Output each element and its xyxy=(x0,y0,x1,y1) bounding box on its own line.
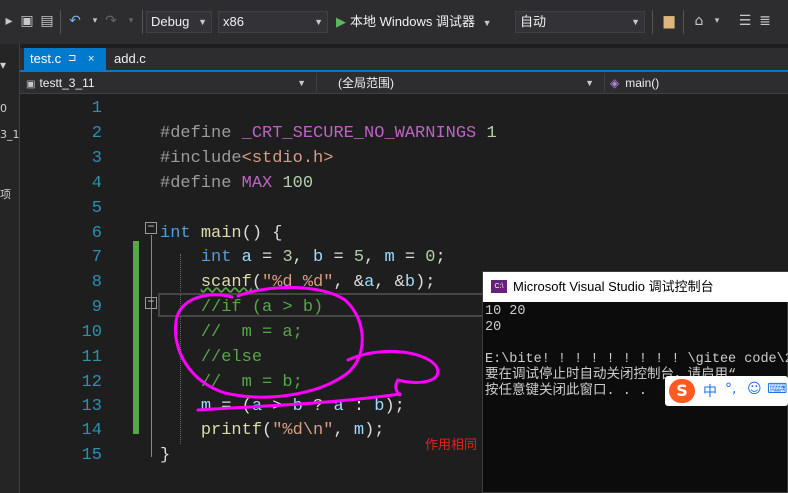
console-output-line: 按任意键关闭此窗口. . . xyxy=(485,384,648,399)
code-line: 6 int main() { xyxy=(91,224,283,243)
code-line: 1 xyxy=(91,99,102,118)
left-dock-strip: ▾ 0 3_1 项 xyxy=(0,44,20,493)
dock-pin-icon[interactable]: ▾ xyxy=(0,58,6,72)
toolbar-separator xyxy=(142,10,143,34)
main-toolbar: ▸ ▣ ▤ ↶ ▾ ↷ ▾ Debug ▼ x86 ▼ ▶ 本地 Windows … xyxy=(0,0,788,44)
ime-toolbar[interactable]: S 中 °, ☺ ⌨ xyxy=(665,376,788,406)
redo-dropdown-icon[interactable]: ▾ xyxy=(122,12,140,30)
play-icon: ▶ xyxy=(336,14,346,29)
chevron-down-icon: ▼ xyxy=(585,78,594,88)
nav-divider xyxy=(604,74,605,92)
keyboard-icon[interactable]: ⌨ xyxy=(767,381,787,397)
code-line: 2 #define _CRT_SECURE_NO_WARNINGS 1 xyxy=(91,124,497,143)
tab-test-c[interactable]: test.c ⊐ × xyxy=(24,48,106,70)
tab-add-c[interactable]: add.c xyxy=(108,48,168,70)
code-line: 7 int a = 3, b = 5, m = 0; xyxy=(91,248,446,267)
project-icon: ▣ xyxy=(26,79,36,90)
undo-icon[interactable]: ↶ xyxy=(66,12,84,30)
emoji-icon[interactable]: ☺ xyxy=(747,381,762,397)
outline-icon[interactable]: ≣ xyxy=(756,12,774,30)
chevron-down-icon[interactable]: ▾ xyxy=(708,12,726,30)
save-icon[interactable]: ▣ xyxy=(18,12,36,30)
chinese-mode-icon[interactable]: 中 xyxy=(703,381,717,401)
code-line: 4 #define MAX 100 xyxy=(91,174,314,193)
redo-icon[interactable]: ↷ xyxy=(102,12,120,30)
code-line: 3 #include<stdio.h> xyxy=(91,149,334,168)
dock-label: 项 xyxy=(0,188,11,201)
member-select[interactable]: ◈ main() xyxy=(610,73,788,93)
chevron-down-icon: ▼ xyxy=(198,17,207,27)
console-title-bar[interactable]: C:\ Microsoft Visual Studio 调试控制台 xyxy=(483,272,788,302)
pin-icon[interactable]: ⊐ xyxy=(68,48,76,70)
document-tabs: test.c ⊐ × add.c xyxy=(20,48,788,70)
start-debugging-button[interactable]: ▶ 本地 Windows 调试器 ▼ xyxy=(336,11,492,33)
format-icon[interactable]: ☰ xyxy=(736,12,754,30)
platform-select[interactable]: x86 ▼ xyxy=(218,11,328,33)
project-select[interactable]: ▣ testt_3_11 ▼ xyxy=(26,73,312,93)
chevron-down-icon: ▼ xyxy=(482,18,492,28)
browse-icon[interactable]: ⌂ xyxy=(690,12,708,30)
chevron-down-icon: ▼ xyxy=(314,17,323,27)
toolbar-separator xyxy=(652,10,653,34)
console-app-icon: C:\ xyxy=(491,280,507,293)
new-file-icon[interactable]: ▸ xyxy=(0,12,18,30)
mode-select[interactable]: 自动 ▼ xyxy=(515,11,645,33)
chevron-down-icon: ▼ xyxy=(297,78,306,88)
function-icon: ◈ xyxy=(610,76,620,90)
console-output-line: E:\bite! ! ! ! ! ! ! ! ! \gitee code\2 xyxy=(485,352,788,367)
code-line: 5 xyxy=(91,199,102,218)
toolbar-separator xyxy=(683,10,684,34)
configuration-select[interactable]: Debug ▼ xyxy=(146,11,212,33)
scope-select[interactable]: (全局范围) ▼ xyxy=(338,73,600,93)
sogou-logo-icon[interactable]: S xyxy=(669,379,695,403)
punctuation-icon[interactable]: °, xyxy=(725,381,736,397)
toolbar-separator xyxy=(60,10,61,34)
console-output-line: 20 xyxy=(485,320,502,335)
navigation-bar: ▣ testt_3_11 ▼ (全局范围) ▼ ◈ main() xyxy=(20,72,788,94)
dock-label: 3_1 xyxy=(0,128,20,141)
folder-icon[interactable]: ▆ xyxy=(660,12,678,30)
console-output-line: 10 20 xyxy=(485,304,526,319)
dock-label: 0 xyxy=(0,102,7,115)
nav-divider xyxy=(316,74,317,92)
save-all-icon[interactable]: ▤ xyxy=(38,12,56,30)
chevron-down-icon: ▼ xyxy=(631,17,640,27)
close-icon[interactable]: × xyxy=(88,48,94,70)
annotation-note: 作用相同 xyxy=(425,438,478,453)
